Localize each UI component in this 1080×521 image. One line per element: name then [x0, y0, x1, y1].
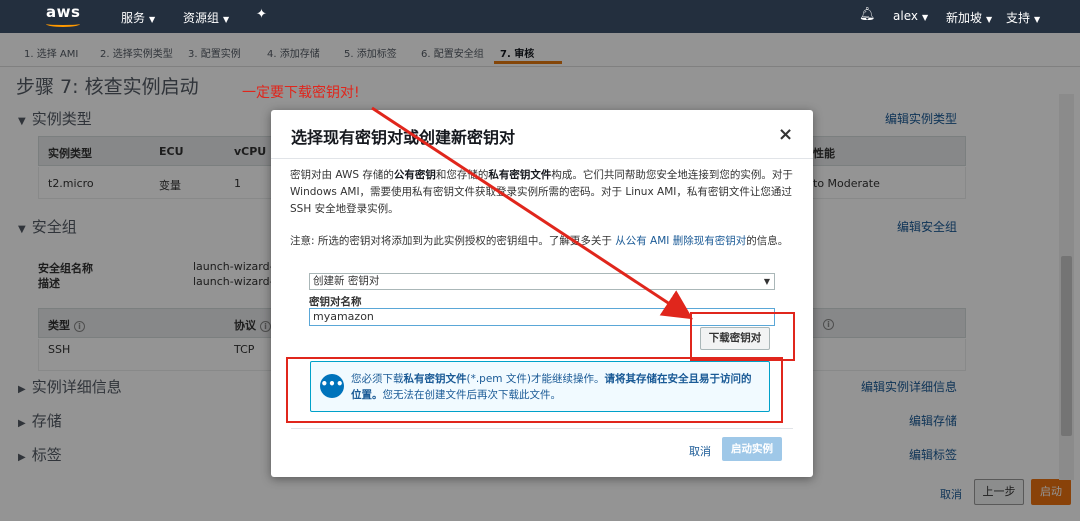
desc-text: 和您存储的 — [435, 169, 489, 181]
annotation-box-download — [690, 312, 795, 361]
chevron-down-icon: ▼ — [149, 15, 156, 24]
chevron-down-icon: ▼ — [986, 15, 993, 24]
note-text: 注意: 所选的密钥对将添加到为此实例授权的密钥组中。了解更多关于 — [290, 235, 616, 247]
region-menu[interactable]: 新加坡 ▼ — [946, 9, 992, 26]
resource-groups-label: 资源组 — [183, 11, 220, 25]
key-pair-note: 注意: 所选的密钥对将添加到为此实例授权的密钥组中。了解更多关于 从公有 AMI… — [290, 233, 795, 250]
dialog-cancel-link[interactable]: 取消 — [689, 443, 711, 459]
support-menu[interactable]: 支持 ▼ — [1006, 9, 1040, 26]
desc-private-key: 私有密钥文件 — [488, 169, 552, 181]
top-nav: aws 服务 ▼ 资源组 ▼ ✦ 🔔︎ alex ▼ 新加坡 ▼ 支持 ▼ — [0, 0, 1080, 33]
close-icon[interactable]: × — [778, 124, 793, 145]
divider — [291, 428, 793, 429]
launch-instances-button[interactable]: 启动实例 — [722, 437, 782, 461]
desc-public-key: 公有密钥 — [393, 169, 436, 181]
pin-icon[interactable]: ✦ — [256, 7, 267, 22]
aws-logo-smile-icon — [46, 21, 80, 27]
support-label: 支持 — [1006, 11, 1031, 25]
chevron-down-icon: ▼ — [921, 13, 929, 22]
user-label: alex — [893, 9, 918, 23]
key-pair-name-label: 密钥对名称 — [309, 296, 362, 308]
note-text: 的信息。 — [746, 235, 789, 247]
bell-icon[interactable]: 🔔︎ — [859, 7, 876, 22]
user-menu[interactable]: alex ▼ — [893, 9, 928, 23]
key-pair-description: 密钥对由 AWS 存储的公有密钥和您存储的私有密钥文件构成。它们共同帮助您安全地… — [290, 167, 795, 218]
services-label: 服务 — [121, 11, 146, 25]
chevron-down-icon: ▼ — [1034, 15, 1041, 24]
services-menu[interactable]: 服务 ▼ — [121, 9, 155, 26]
resource-groups-menu[interactable]: 资源组 ▼ — [183, 9, 229, 26]
desc-text: 密钥对由 AWS 存储的 — [290, 169, 394, 181]
annotation-text: 一定要下载密钥对! — [242, 85, 360, 101]
chevron-down-icon: ▼ — [763, 277, 770, 286]
region-label: 新加坡 — [946, 11, 983, 25]
aws-logo[interactable]: aws — [46, 3, 80, 21]
chevron-down-icon: ▼ — [223, 15, 230, 24]
annotation-box-alert — [286, 357, 783, 423]
divider — [271, 158, 813, 159]
key-pair-action-select[interactable]: 创建新 密钥对 ▼ — [309, 273, 775, 290]
select-value: 创建新 密钥对 — [313, 275, 380, 287]
dialog-title: 选择现有密钥对或创建新密钥对 — [291, 128, 516, 147]
remove-key-pair-link[interactable]: 从公有 AMI 删除现有密钥对 — [615, 235, 746, 247]
